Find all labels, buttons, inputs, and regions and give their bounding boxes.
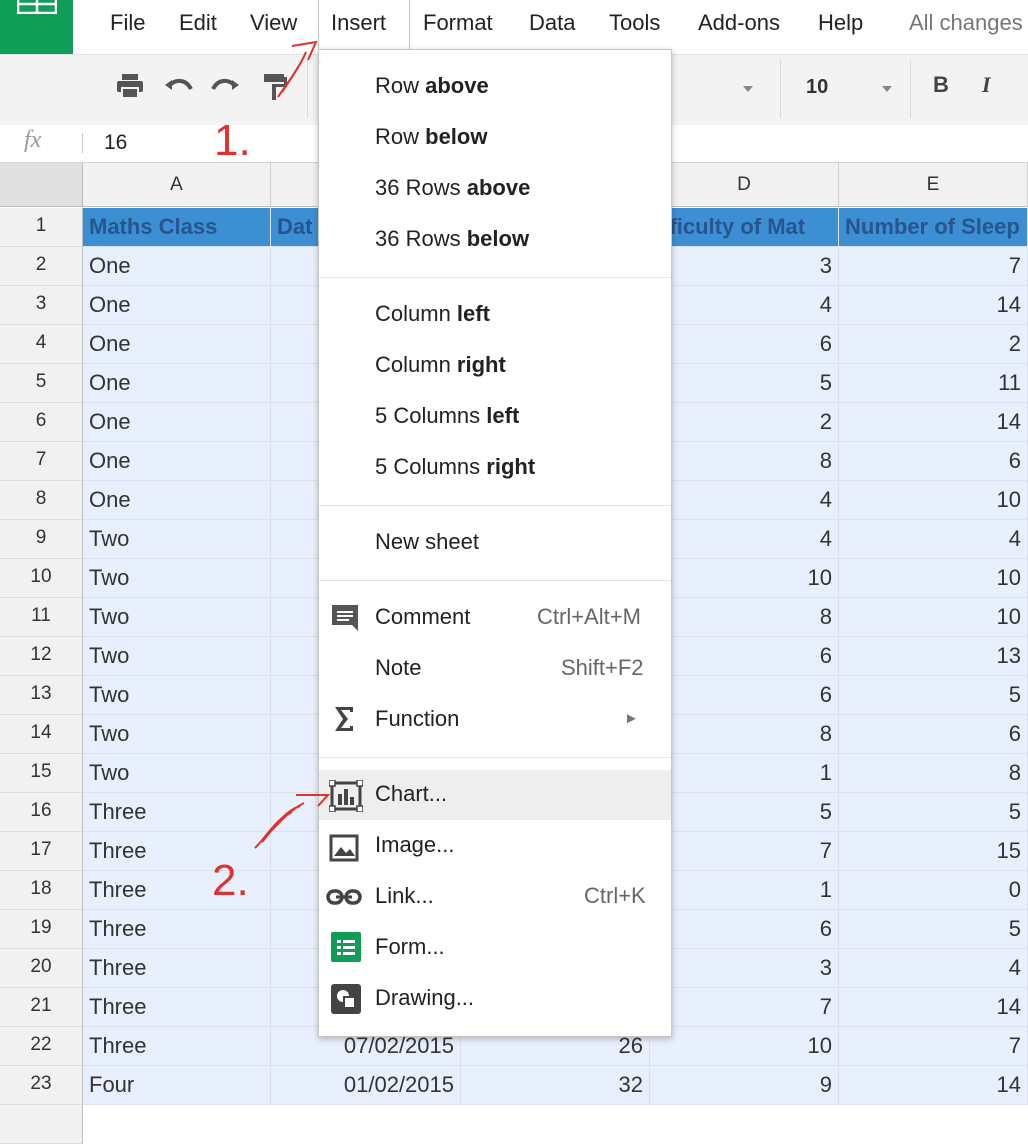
annotation-step-2: 2. (212, 856, 249, 905)
annotation-arrows (254, 40, 331, 849)
annotation-step-1: 1. (214, 116, 251, 165)
